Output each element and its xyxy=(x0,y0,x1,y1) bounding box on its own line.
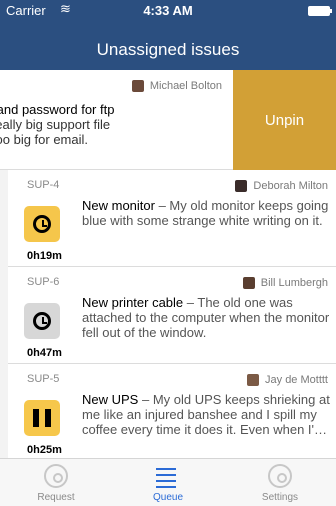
issue-summary: New monitor – My old monitor keeps going… xyxy=(82,198,332,228)
tab-bar: Request Queue Settings xyxy=(0,458,336,506)
issue-title: orary username and password for ftp xyxy=(0,102,115,117)
assignee-name: Bill Lumbergh xyxy=(260,277,328,289)
assignee-name: Michael Bolton xyxy=(149,80,222,92)
issue-key: SUP-6 xyxy=(27,276,60,288)
avatar xyxy=(247,374,260,386)
issue-summary: New UPS – My old UPS keeps shrieking at … xyxy=(82,392,332,437)
gear-icon xyxy=(268,464,292,488)
avatar xyxy=(235,180,248,192)
status-badge[interactable] xyxy=(24,400,60,436)
pause-icon xyxy=(33,409,51,427)
tab-settings[interactable]: Settings xyxy=(224,459,336,506)
issue-row[interactable]: SUP-4 Deborah Milton 0h19m New monitor –… xyxy=(0,170,336,267)
page-title: Unassigned issues xyxy=(96,40,240,59)
clock-icon xyxy=(33,312,51,330)
elapsed-time: 0h47m xyxy=(27,347,62,359)
issue-key: SUP-5 xyxy=(27,373,60,385)
assignee: Jay de Motttt xyxy=(247,374,328,386)
assignee-name: Jay de Motttt xyxy=(265,374,328,386)
issue-title: New UPS xyxy=(82,392,139,407)
issue-title: New monitor xyxy=(82,198,155,213)
assignee: Bill Lumbergh xyxy=(242,277,328,289)
target-icon xyxy=(44,464,68,488)
avatar xyxy=(242,277,255,289)
issue-key: SUP-4 xyxy=(27,179,60,191)
navigation-header: Carrier ≋ 4:33 AM Unassigned issues xyxy=(0,0,336,70)
list-icon xyxy=(156,464,180,488)
issue-summary: orary username and password for ftp ed t… xyxy=(0,102,232,147)
tab-label: Settings xyxy=(261,492,299,503)
issue-row[interactable]: SUP-5 Jay de Motttt 0h25m New UPS – My o… xyxy=(0,364,336,461)
tab-label: Request xyxy=(37,492,75,503)
issue-summary: New printer cable – The old one was atta… xyxy=(82,295,332,340)
tab-queue[interactable]: Queue xyxy=(112,459,224,506)
row-rail xyxy=(0,267,8,364)
battery-icon xyxy=(308,6,332,16)
issue-title: New printer cable xyxy=(82,295,184,310)
issue-body-line-2: a customer, it's too big for email. xyxy=(0,132,89,147)
swiped-issue-content[interactable]: Michael Bolton orary username and passwo… xyxy=(0,70,232,169)
status-badge[interactable] xyxy=(24,303,60,339)
status-time: 4:33 AM xyxy=(143,3,193,18)
elapsed-time: 0h19m xyxy=(27,250,62,262)
issue-body-line-1: ed to receive a really big support file xyxy=(0,117,111,132)
tab-label: Queue xyxy=(152,492,184,503)
elapsed-time: 0h25m xyxy=(27,444,62,456)
assignee: Deborah Milton xyxy=(235,180,328,192)
status-badge[interactable] xyxy=(24,206,60,242)
assignee: Michael Bolton xyxy=(131,80,222,92)
avatar xyxy=(131,80,144,92)
status-bar: Carrier ≋ 4:33 AM xyxy=(0,0,336,20)
clock-icon xyxy=(33,215,51,233)
assignee-name: Deborah Milton xyxy=(253,180,328,192)
row-rail xyxy=(0,364,8,461)
row-rail xyxy=(0,170,8,267)
tab-request[interactable]: Request xyxy=(0,459,112,506)
unpin-button[interactable]: Unpin xyxy=(233,70,336,170)
issue-row[interactable]: SUP-6 Bill Lumbergh 0h47m New printer ca… xyxy=(0,267,336,364)
